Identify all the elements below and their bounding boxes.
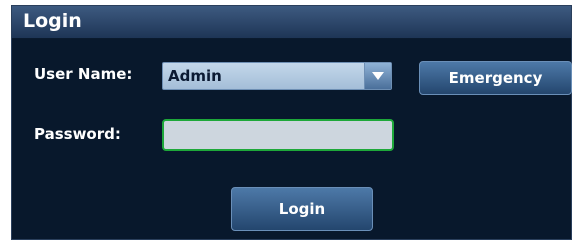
login-dialog: Login User Name: Admin Emergency Passwor… — [11, 5, 572, 240]
login-button[interactable]: Login — [231, 187, 373, 231]
dialog-title: Login — [23, 10, 82, 32]
password-label: Password: — [34, 125, 121, 143]
username-dropdown[interactable]: Admin — [162, 62, 392, 90]
title-bar: Login — [12, 6, 571, 39]
chevron-down-icon — [372, 72, 384, 80]
password-field[interactable] — [162, 119, 394, 151]
emergency-button[interactable]: Emergency — [419, 61, 572, 95]
dropdown-button[interactable] — [364, 63, 391, 89]
username-label: User Name: — [34, 65, 133, 83]
username-value: Admin — [168, 67, 222, 85]
